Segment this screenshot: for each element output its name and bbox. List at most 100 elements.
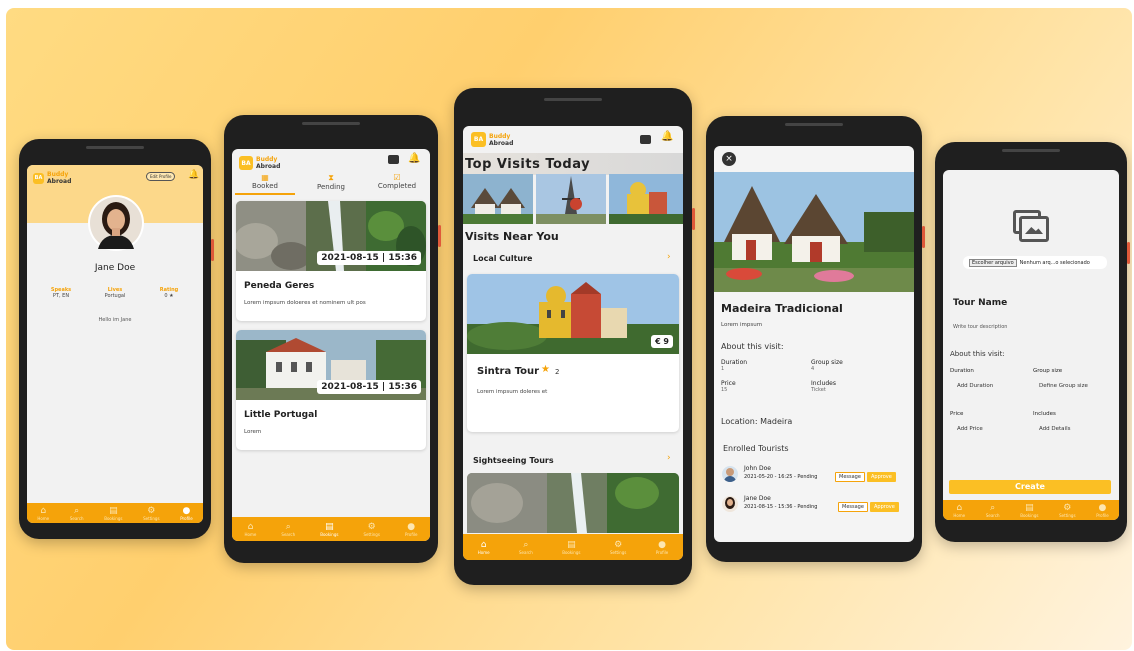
price-input[interactable]: Add Price <box>957 426 1033 432</box>
group-size-input[interactable]: Define Group size <box>1039 383 1116 389</box>
bell-icon[interactable]: 🔔 <box>408 153 420 164</box>
home-icon: ⌂ <box>956 502 963 513</box>
tab-completed[interactable]: ☑ Completed <box>367 173 427 195</box>
nav-settings[interactable]: ⚙ Settings <box>610 540 626 555</box>
nav-profile[interactable]: ● Profile <box>405 522 417 537</box>
nav-home[interactable]: ⌂ Home <box>953 503 965 518</box>
nav-search[interactable]: ⌕ Search <box>70 506 84 521</box>
nav-search[interactable]: ⌕ Search <box>281 522 295 537</box>
visits-near-title: Visits Near You <box>465 230 559 243</box>
phone-bookings: BA Buddy Abroad 🔔 ▦ Booked ⧗ Pending ☑ Co… <box>224 115 441 563</box>
search-icon: ⌕ <box>523 539 529 550</box>
booking-title: Little Portugal <box>244 410 318 420</box>
logo-icon: BA <box>471 132 486 147</box>
nav-profile[interactable]: ● Profile <box>180 506 192 521</box>
person-icon: ● <box>658 539 666 550</box>
image-placeholder-icon[interactable] <box>1013 210 1049 242</box>
edit-profile-button[interactable]: Edit Profile <box>146 172 176 181</box>
file-input[interactable]: Escolher arquivo Nenhum arq...o selecion… <box>963 256 1107 269</box>
field-group-size: Group size 4 <box>811 359 843 372</box>
price-badge: € 9 <box>651 335 673 348</box>
nav-bookings[interactable]: ▤ Bookings <box>562 540 580 555</box>
profile-screen: BA Buddy Abroad Edit Profile 🔔 Jane Doe S… <box>27 165 203 523</box>
featured-tour-card[interactable]: € 9 Sintra Tour ★ 2 Lorem impsum doleres… <box>467 274 679 432</box>
sightseeing-photo[interactable] <box>467 473 679 533</box>
gear-icon: ⚙ <box>147 505 156 516</box>
calendar-icon: ▤ <box>1025 502 1034 513</box>
stat-lives: Lives Portugal <box>104 287 126 299</box>
hourglass-icon: ⧗ <box>328 173 334 182</box>
bottom-nav: ⌂ Home ⌕ Search ▤ Bookings ⚙ Settings ● Profi… <box>943 500 1119 520</box>
includes-input[interactable]: Add Details <box>1039 426 1116 432</box>
app-logo: BA Buddy Abroad <box>471 132 513 147</box>
booking-date: 2021-08-15 | 15:36 <box>317 251 421 265</box>
chat-icon[interactable] <box>640 135 651 144</box>
phone-profile: BA Buddy Abroad Edit Profile 🔔 Jane Doe S… <box>19 139 214 539</box>
phone-detail: × Madeira Tradicional Lorem impsum About… <box>706 116 925 562</box>
approve-button[interactable]: Approve <box>867 472 896 482</box>
person-icon: ● <box>1098 502 1107 513</box>
avatar <box>88 195 144 251</box>
top-visit-thumb[interactable] <box>463 174 533 224</box>
sightseeing-label: Sightseeing Tours <box>473 456 554 465</box>
nav-search[interactable]: ⌕ Search <box>519 540 533 555</box>
gear-icon: ⚙ <box>1063 502 1072 513</box>
top-visit-thumb[interactable] <box>609 174 683 224</box>
close-icon[interactable]: × <box>722 152 736 166</box>
approve-button[interactable]: Approve <box>870 502 899 512</box>
home-icon: ⌂ <box>40 505 47 516</box>
bottom-nav: ⌂ Home ⌕ Search ▤ Bookings ⚙ Settings ● Profi… <box>463 534 683 560</box>
nav-settings[interactable]: ⚙ Settings <box>364 522 380 537</box>
create-button[interactable]: Create <box>949 480 1111 494</box>
app-logo: BA Buddy Abroad <box>33 171 72 185</box>
nav-home[interactable]: ⌂ Home <box>37 506 49 521</box>
tour-name-input[interactable]: Tour Name <box>953 298 1007 308</box>
field-group-size: Group size Define Group size <box>1033 368 1116 389</box>
nav-home[interactable]: ⌂ Home <box>478 540 490 555</box>
nav-bookings[interactable]: ▤ Bookings <box>104 506 122 521</box>
nav-bookings[interactable]: ▤ Bookings <box>320 522 338 537</box>
local-culture-label: Local Culture <box>473 254 533 263</box>
top-visit-thumb[interactable] <box>536 174 606 224</box>
hero-photo <box>714 172 914 292</box>
nav-profile[interactable]: ● Profile <box>656 540 668 555</box>
nav-search[interactable]: ⌕ Search <box>986 503 1000 518</box>
about-heading: About this visit: <box>950 350 1005 358</box>
chevron-right-icon[interactable]: › <box>667 252 671 262</box>
promo-background: BA Buddy Abroad Edit Profile 🔔 Jane Doe S… <box>6 8 1132 650</box>
logo-icon: BA <box>239 156 253 170</box>
app-logo: BA Buddy Abroad <box>239 156 280 170</box>
nav-settings[interactable]: ⚙ Settings <box>1059 503 1075 518</box>
bookings-screen: BA Buddy Abroad 🔔 ▦ Booked ⧗ Pending ☑ Co… <box>232 149 430 541</box>
duration-input[interactable]: Add Duration <box>957 383 1033 389</box>
search-icon: ⌕ <box>990 502 996 513</box>
tour-subtitle: Lorem impsum <box>721 322 763 328</box>
bottom-nav: ⌂ Home ⌕ Search ▤ Bookings ⚙ Settings ● Profi… <box>27 503 203 523</box>
bookings-tabs: ▦ Booked ⧗ Pending ☑ Completed <box>232 173 430 195</box>
little-portugal-photo: 2021-08-15 | 15:36 <box>236 330 426 400</box>
about-heading: About this visit: <box>721 342 784 351</box>
bell-icon[interactable]: 🔔 <box>661 131 673 142</box>
message-button[interactable]: Message <box>835 472 865 482</box>
message-button[interactable]: Message <box>838 502 868 512</box>
choose-file-button[interactable]: Escolher arquivo <box>969 258 1017 267</box>
tab-booked[interactable]: ▦ Booked <box>235 173 295 195</box>
booking-card[interactable]: 2021-08-15 | 15:36 Peneda Geres Lorem im… <box>236 201 426 321</box>
chevron-right-icon[interactable]: › <box>667 453 671 463</box>
profile-bio: Hello im Jane <box>98 317 132 323</box>
tab-pending[interactable]: ⧗ Pending <box>301 173 361 195</box>
field-price: Price 15 <box>721 380 736 393</box>
booking-title: Peneda Geres <box>244 281 315 291</box>
nav-bookings[interactable]: ▤ Bookings <box>1020 503 1038 518</box>
field-duration: Duration 1 <box>721 359 748 372</box>
nav-home[interactable]: ⌂ Home <box>245 522 257 537</box>
tour-description-input[interactable]: Write tour description <box>953 324 1007 330</box>
chat-icon[interactable] <box>388 155 399 164</box>
nav-settings[interactable]: ⚙ Settings <box>143 506 159 521</box>
calendar-icon: ▦ <box>261 173 269 182</box>
bell-icon[interactable]: 🔔 <box>188 170 199 180</box>
nav-profile[interactable]: ● Profile <box>1096 503 1108 518</box>
sintra-photo: € 9 <box>467 274 679 354</box>
field-includes: Includes Add Details <box>1033 411 1116 432</box>
booking-card[interactable]: 2021-08-15 | 15:36 Little Portugal Lorem <box>236 330 426 450</box>
